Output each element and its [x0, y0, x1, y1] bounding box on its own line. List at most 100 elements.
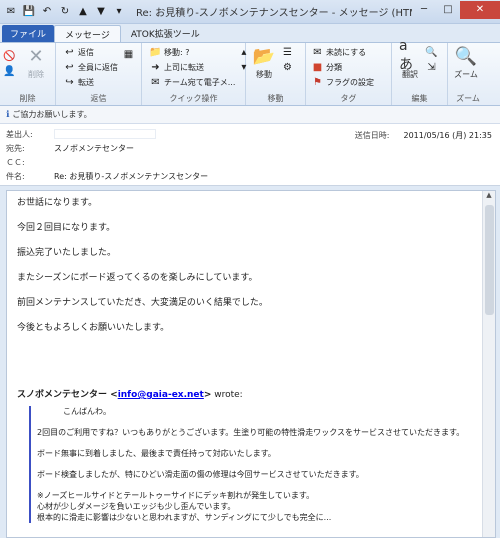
sent-value: 2011/05/16 (月) 21:35 [403, 131, 493, 140]
from-label: 差出人: [6, 129, 33, 139]
body-line: またシーズンにボード返ってくるのを楽しみにしています。 [17, 273, 258, 283]
subject-row: 件名: Re: お見積り-スノボメンテナンスセンター [6, 170, 208, 182]
tags-group-label: タグ [340, 94, 357, 103]
meeting-icon: ▦ [123, 48, 134, 60]
info-bar: ℹ ご協力お願いします。 [0, 106, 500, 124]
zoom-icon: 🔍 [454, 45, 478, 67]
quick-move-to[interactable]: 📁 移動: ? [149, 45, 235, 59]
delete-group: 🚫 👤 ✕ 削除 削除 [0, 43, 56, 105]
save-icon[interactable]: 💾 [22, 5, 36, 19]
tags-group: ✉ 未読にする ■ 分類 ⚑ フラグの設定 タグ [306, 43, 392, 105]
ignore-button[interactable]: 🚫 [3, 49, 21, 63]
reply-icon: ↩ [65, 46, 74, 58]
down-arrow-icon[interactable]: ▼ [94, 5, 108, 19]
translate-button[interactable]: aあ 翻訳 [395, 38, 425, 93]
categorize-button[interactable]: ■ 分類 [311, 60, 374, 74]
ribbon: 🚫 👤 ✕ 削除 削除 ↩ 返信 ↩ 全員に返信 ↪ 転送 ▦ 返信 📁 移動: ? ➜… [0, 38, 500, 106]
edit-group-label: 編集 [411, 94, 428, 103]
rules-button[interactable]: ☰ [281, 45, 296, 59]
forward-button[interactable]: ↪ 転送 [63, 75, 118, 89]
reply-all-icon: ↩ [65, 61, 74, 73]
cc-row: ＣＣ: [6, 156, 54, 168]
quick-steps-group-label: クイック操作 [169, 94, 218, 103]
quote-line: 2回目のご利用ですね？いつもありがとうございます。生塗り可能の特性滑走ワックスを… [37, 428, 465, 437]
scrollbar-thumb[interactable] [485, 205, 494, 315]
ribbon-tabs: ファイル メッセージ ATOK拡張ツール [0, 24, 500, 42]
quote-line: ボード検査しましたが、特にひどい滑走面の傷の修理は今回サービスさせていただきます… [37, 470, 364, 479]
subject-label: 件名: [6, 171, 25, 181]
to-row: 宛先: スノボメンテセンター [6, 142, 134, 154]
unread-icon: ✉ [313, 46, 322, 58]
scroll-up-icon[interactable]: ▲ [483, 191, 495, 203]
from-row: 差出人: [6, 128, 156, 140]
minimize-button[interactable]: ─ [412, 1, 436, 19]
sent-date: 送信日時: 2011/05/16 (月) 21:35 [355, 130, 492, 141]
quick-to-manager[interactable]: ➜ 上司に転送 [149, 60, 235, 74]
quote-wrote: wrote: [211, 390, 243, 400]
quoted-message: こんばんわ。 2回目のご利用ですね？いつもありがとうございます。生塗り可能の特性… [29, 406, 473, 523]
outlook-app-icon: ✉ [6, 6, 16, 17]
subject-value: Re: お見積り-スノボメンテナンスセンター [54, 171, 209, 181]
move-group: 📂 移動 ☰ ⚙ 移動 [246, 43, 306, 105]
actions-button[interactable]: ⚙ [281, 60, 296, 74]
tab-file[interactable]: ファイル [2, 25, 55, 42]
rules-icon: ☰ [283, 46, 292, 58]
followup-button[interactable]: ⚑ フラグの設定 [311, 75, 374, 89]
select-icon: ⇲ [427, 61, 436, 73]
body-line: お世話になります。 [17, 198, 98, 208]
close-button[interactable]: ✕ [460, 0, 500, 19]
window-title: Re: お見積り-スノボメンテナンスセンター - メッセージ (HTML 形式)… [136, 8, 412, 19]
delete-icon: ✕ [28, 45, 44, 67]
body-line: 今後ともよろしくお願いいたします。 [17, 323, 170, 333]
folder-move-icon: 📁 [149, 46, 162, 58]
quote-line: ボード無事に到着しました、最後まで責任持って対応いたします。 [37, 449, 276, 458]
zoom-group-label: ズーム [456, 94, 480, 103]
reply-group: ↩ 返信 ↩ 全員に返信 ↪ 転送 ▦ 返信 [56, 43, 142, 105]
quick-steps-group: 📁 移動: ? ➜ 上司に転送 ✉ チーム宛て電子メ... ▴ ▾ クイック操作 [142, 43, 246, 105]
move-button[interactable]: 📂 移動 [249, 45, 279, 93]
quote-line: 心材が少しダメージを負いエッジも少し歪んでいます。 [37, 502, 236, 511]
redo-icon[interactable]: ↻ [58, 5, 72, 19]
info-icon: ℹ [6, 109, 10, 120]
quick-team-email[interactable]: ✉ チーム宛て電子メ... [149, 75, 235, 89]
to-label: 宛先: [6, 143, 25, 153]
reply-group-label: 返信 [90, 94, 107, 103]
forward-manager-icon: ➜ [151, 61, 160, 73]
team-email-icon: ✉ [151, 76, 160, 88]
message-body[interactable]: お世話になります。 今回２回目になります。 振込完了いたしました。 またシーズン… [7, 191, 483, 537]
reply-all-button[interactable]: ↩ 全員に返信 [63, 60, 118, 74]
body-line: 振込完了いたしました。 [17, 248, 117, 258]
customize-quick-access-icon[interactable]: ▾ [112, 5, 126, 19]
quote-line: こんばんわ。 [63, 407, 111, 416]
vertical-scrollbar[interactable]: ▲ [482, 191, 495, 537]
mark-unread-button[interactable]: ✉ 未読にする [311, 45, 374, 59]
quote-email-link[interactable]: info@gaia-ex.net [118, 390, 204, 400]
up-arrow-icon[interactable]: ▲ [76, 5, 90, 19]
undo-icon[interactable]: ↶ [40, 5, 54, 19]
maximize-button[interactable]: □ [436, 1, 460, 19]
more-reply-button[interactable]: ▦ [122, 47, 137, 61]
to-value[interactable]: スノボメンテセンター [54, 143, 134, 154]
title-bar: ✉ 💾 ↶ ↻ ▲ ▼ ▾ Re: お見積り-スノボメンテナンスセンター - メ… [0, 0, 500, 24]
message-body-frame: お世話になります。 今回２回目になります。 振込完了いたしました。 またシーズン… [6, 190, 496, 538]
actions-icon: ⚙ [283, 61, 292, 73]
reply-button[interactable]: ↩ 返信 [63, 45, 118, 59]
move-folder-icon: 📂 [252, 45, 276, 67]
tab-atok[interactable]: ATOK拡張ツール [121, 25, 210, 42]
zoom-button[interactable]: 🔍 ズーム [451, 45, 481, 93]
junk-button[interactable]: 👤 [3, 64, 21, 78]
delete-button[interactable]: ✕ 削除 [21, 45, 51, 93]
body-line: 前回メンテナンスしていただき、大変満足のいく結果でした。 [17, 298, 268, 308]
find-button[interactable]: 🔍 [425, 45, 440, 59]
quote-line: 根本的に滑走に影響は少ないと思われますが、サンディングにて少しでも完全に... [37, 513, 332, 522]
sender-name[interactable] [54, 129, 156, 139]
forward-icon: ↪ [65, 76, 74, 88]
select-button[interactable]: ⇲ [425, 60, 440, 74]
move-group-label: 移動 [267, 94, 284, 103]
quote-line: ※ノーズヒールサイドとテールトゥーサイドにデッキ割れが発生しています。 [37, 491, 315, 500]
tab-message[interactable]: メッセージ [54, 25, 121, 42]
quote-sender: スノボメンテセンター < [17, 390, 118, 400]
zoom-group: 🔍 ズーム ズーム [448, 43, 488, 105]
translate-icon: aあ [399, 38, 413, 73]
cc-label: ＣＣ: [6, 157, 25, 167]
